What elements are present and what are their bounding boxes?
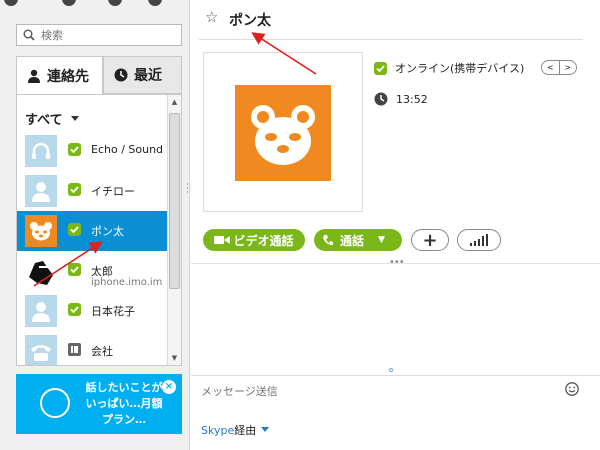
call-quality-button[interactable] xyxy=(457,229,501,251)
list-item-selected[interactable]: ポン太 xyxy=(17,211,167,251)
ninja-icon xyxy=(29,261,53,285)
online-status-icon xyxy=(68,223,81,236)
plus-icon: + xyxy=(422,229,438,251)
scroll-up-icon[interactable]: ▲ xyxy=(168,95,181,109)
signal-bars-icon xyxy=(470,234,488,246)
search-icon xyxy=(23,29,35,41)
chevron-down-icon[interactable]: ▼ xyxy=(378,235,385,245)
emoticon-icon[interactable] xyxy=(565,382,579,396)
promo-text: 話したいことがいっぱい…月額プラン… xyxy=(85,381,163,426)
contacts-icon[interactable] xyxy=(108,0,122,6)
message-input[interactable] xyxy=(201,382,561,400)
message-bar xyxy=(191,375,600,415)
default-person-icon xyxy=(32,302,50,322)
list-item[interactable]: 会社 xyxy=(17,331,167,365)
tab-recent[interactable]: 最近 xyxy=(103,56,182,94)
contact-subtext: iphone.imo.im xyxy=(91,277,163,288)
avatar xyxy=(25,335,57,365)
conversation-header: ☆ ポン太 xyxy=(191,0,600,40)
avatar xyxy=(25,255,57,287)
search-input[interactable] xyxy=(41,27,177,43)
presence-status: オンライン(携帯デバイス) xyxy=(374,60,524,76)
bear-face-icon xyxy=(251,105,315,165)
tab-bar: 連絡先 最近 xyxy=(16,56,182,94)
online-status-icon xyxy=(68,263,81,276)
loading-indicator xyxy=(389,368,393,372)
chevron-down-icon xyxy=(70,115,79,121)
top-toolbar xyxy=(0,0,190,14)
online-status-icon xyxy=(374,61,387,75)
call-icon[interactable] xyxy=(62,0,76,6)
sidebar: 連絡先 最近 すべて Echo / Sound Test Service イチロ… xyxy=(0,0,190,450)
call-label: 通話 xyxy=(340,233,365,248)
contact-list-scrollbar[interactable]: ▲ ▼ xyxy=(167,95,181,365)
clock-icon xyxy=(374,92,388,106)
headset-icon xyxy=(32,142,50,159)
tab-contacts[interactable]: 連絡先 xyxy=(16,56,103,94)
scroll-down-icon[interactable]: ▼ xyxy=(168,351,181,365)
conversation-title: ポン太 xyxy=(229,13,271,29)
promo-banner[interactable]: 話したいことがいっぱい…月額プラン… × xyxy=(16,374,182,434)
profile-nav: < > xyxy=(541,60,577,75)
contact-name: ポン太 xyxy=(91,225,124,238)
via-brand: Skype xyxy=(201,423,235,437)
online-status-icon xyxy=(68,303,81,316)
add-participant-button[interactable]: + xyxy=(411,229,449,251)
online-status-icon xyxy=(68,183,81,196)
via-suffix: 経由 xyxy=(234,424,257,437)
add-contact-icon[interactable] xyxy=(148,0,162,6)
telephone-icon xyxy=(31,345,51,361)
person-icon xyxy=(28,69,40,83)
avatar xyxy=(25,215,57,247)
profile-photo xyxy=(203,52,363,212)
contact-name: イチロー xyxy=(91,185,135,198)
favorite-star-icon[interactable]: ☆ xyxy=(205,8,218,26)
contact-name: Echo / Sound Test Service xyxy=(91,143,163,156)
close-icon[interactable]: × xyxy=(162,380,176,394)
landline-status-icon xyxy=(68,343,81,356)
chat-history xyxy=(191,264,600,374)
online-status-icon xyxy=(68,143,81,156)
conversation-pane: ☆ ポン太 オンライン(携帯デバイス) < > 13:52 ビデオ通話 通話 ▼… xyxy=(191,0,600,450)
video-camera-icon xyxy=(214,236,231,244)
local-time: 13:52 xyxy=(374,92,428,106)
divider xyxy=(199,39,583,40)
chevron-left-icon[interactable]: < xyxy=(542,61,560,74)
avatar xyxy=(25,295,57,327)
list-item[interactable]: 日本花子 xyxy=(17,291,167,331)
globe-icon xyxy=(40,388,70,418)
avatar xyxy=(25,175,57,207)
profile-image xyxy=(235,85,331,181)
filter-dropdown[interactable]: すべて xyxy=(25,109,79,128)
home-icon[interactable] xyxy=(4,0,18,6)
chevron-right-icon[interactable]: > xyxy=(560,61,577,74)
list-item[interactable]: 太郎 iphone.imo.im xyxy=(17,251,167,291)
bear-face-icon xyxy=(30,222,52,241)
contact-name: 日本花子 xyxy=(91,305,135,318)
tab-recent-label: 最近 xyxy=(134,68,162,84)
chevron-down-icon xyxy=(261,427,270,432)
avatar xyxy=(25,135,57,167)
scrollbar-thumb[interactable] xyxy=(169,113,180,289)
list-item[interactable]: イチロー xyxy=(17,171,167,211)
list-item[interactable]: Echo / Sound Test Service xyxy=(17,131,167,171)
filter-label: すべて xyxy=(25,113,63,128)
video-call-button[interactable]: ビデオ通話 xyxy=(203,229,305,251)
tab-contacts-label: 連絡先 xyxy=(47,68,89,85)
search-box[interactable] xyxy=(16,24,182,46)
call-button[interactable]: 通話 ▼ xyxy=(314,229,402,251)
phone-icon xyxy=(323,235,333,245)
send-via-selector[interactable]: Skype 経由 xyxy=(201,422,270,438)
pane-splitter[interactable]: · · · xyxy=(186,181,189,198)
clock-icon xyxy=(114,68,128,82)
contact-name: 会社 xyxy=(91,345,113,358)
video-call-label: ビデオ通話 xyxy=(233,233,294,248)
presence-text: オンライン(携帯デバイス) xyxy=(395,62,525,75)
contact-list: すべて Echo / Sound Test Service イチロー ポン太 xyxy=(16,94,182,366)
local-time-text: 13:52 xyxy=(396,92,428,106)
default-person-icon xyxy=(32,182,50,202)
